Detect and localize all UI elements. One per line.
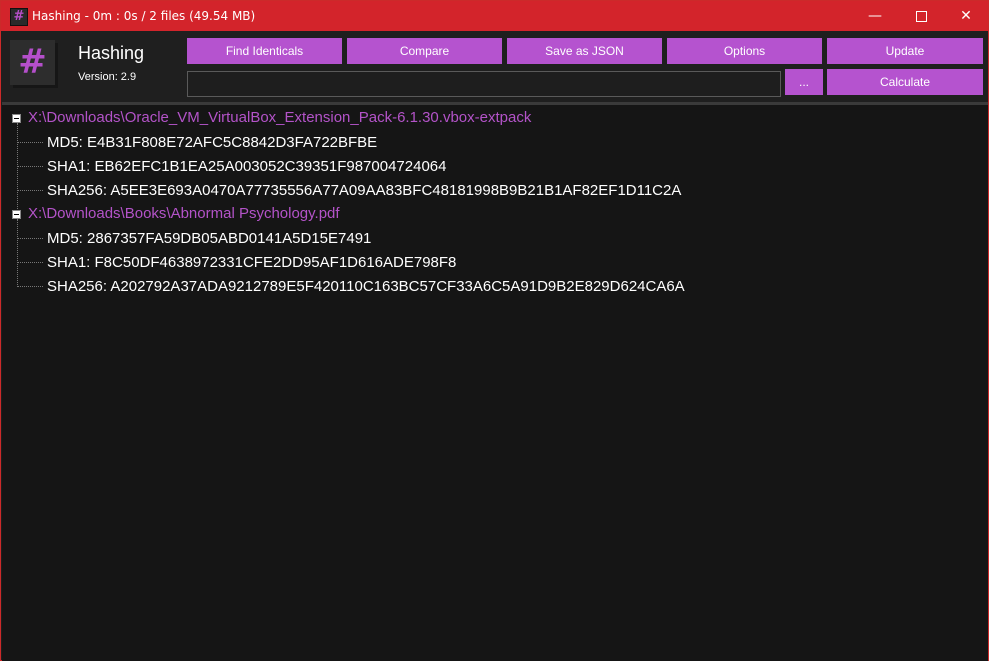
minimize-icon: — xyxy=(868,8,882,24)
calculate-button[interactable]: Calculate xyxy=(827,69,983,95)
hash-icon: # xyxy=(10,8,28,26)
tree-connector xyxy=(17,286,43,287)
collapse-icon[interactable] xyxy=(12,210,21,219)
compare-button[interactable]: Compare xyxy=(347,38,502,64)
tree-connector xyxy=(17,166,43,167)
sha256-hash[interactable]: SHA256: A202792A37ADA9212789E5F420110C16… xyxy=(47,278,685,295)
app-logo: # xyxy=(10,40,55,85)
close-button[interactable]: ✕ xyxy=(943,1,989,31)
browse-button[interactable]: ... xyxy=(785,69,823,95)
sha256-hash[interactable]: SHA256: A5EE3E693A0470A77735556A77A09AA8… xyxy=(47,182,681,199)
collapse-icon[interactable] xyxy=(12,114,21,123)
minimize-button[interactable]: — xyxy=(852,1,898,31)
options-button[interactable]: Options xyxy=(667,38,822,64)
sha1-hash[interactable]: SHA1: EB62EFC1B1EA25A003052C39351F987004… xyxy=(47,158,446,175)
tree-file-node[interactable]: X:\Downloads\Books\Abnormal Psychology.p… xyxy=(2,204,982,226)
header: # Hashing Version: 2.9 Find Identicals C… xyxy=(1,31,988,102)
title-bar[interactable]: # Hashing - 0m : 0s / 2 files (49.54 MB)… xyxy=(1,1,988,31)
maximize-icon xyxy=(915,10,927,22)
tree-connector xyxy=(17,262,43,263)
file-path[interactable]: X:\Downloads\Books\Abnormal Psychology.p… xyxy=(28,205,340,222)
version-label: Version: 2.9 xyxy=(78,71,137,83)
tree-connector xyxy=(17,219,18,287)
find-identicals-button[interactable]: Find Identicals xyxy=(187,38,342,64)
maximize-button[interactable] xyxy=(898,1,944,31)
hash-logo-icon: # xyxy=(18,42,47,82)
md5-hash[interactable]: MD5: 2867357FA59DB05ABD0141A5D15E7491 xyxy=(47,230,371,247)
app-window: # Hashing - 0m : 0s / 2 files (49.54 MB)… xyxy=(0,0,989,661)
app-name: Hashing xyxy=(78,43,145,63)
hash-tree-view[interactable]: X:\Downloads\Oracle_VM_VirtualBox_Extens… xyxy=(2,105,988,661)
file-path[interactable]: X:\Downloads\Oracle_VM_VirtualBox_Extens… xyxy=(28,109,531,126)
update-button[interactable]: Update xyxy=(827,38,983,64)
save-json-button[interactable]: Save as JSON xyxy=(507,38,662,64)
window-title: Hashing - 0m : 0s / 2 files (49.54 MB) xyxy=(32,9,256,23)
tree-file-node[interactable]: X:\Downloads\Oracle_VM_VirtualBox_Extens… xyxy=(2,108,982,130)
close-icon: ✕ xyxy=(960,8,972,24)
tree-connector xyxy=(17,238,43,239)
tree-connector xyxy=(17,142,43,143)
tree-connector xyxy=(17,190,43,191)
path-input[interactable] xyxy=(187,71,781,97)
md5-hash[interactable]: MD5: E4B31F808E72AFC5C8842D3FA722BFBE xyxy=(47,134,377,151)
sha1-hash[interactable]: SHA1: F8C50DF4638972331CFE2DD95AF1D616AD… xyxy=(47,254,456,271)
